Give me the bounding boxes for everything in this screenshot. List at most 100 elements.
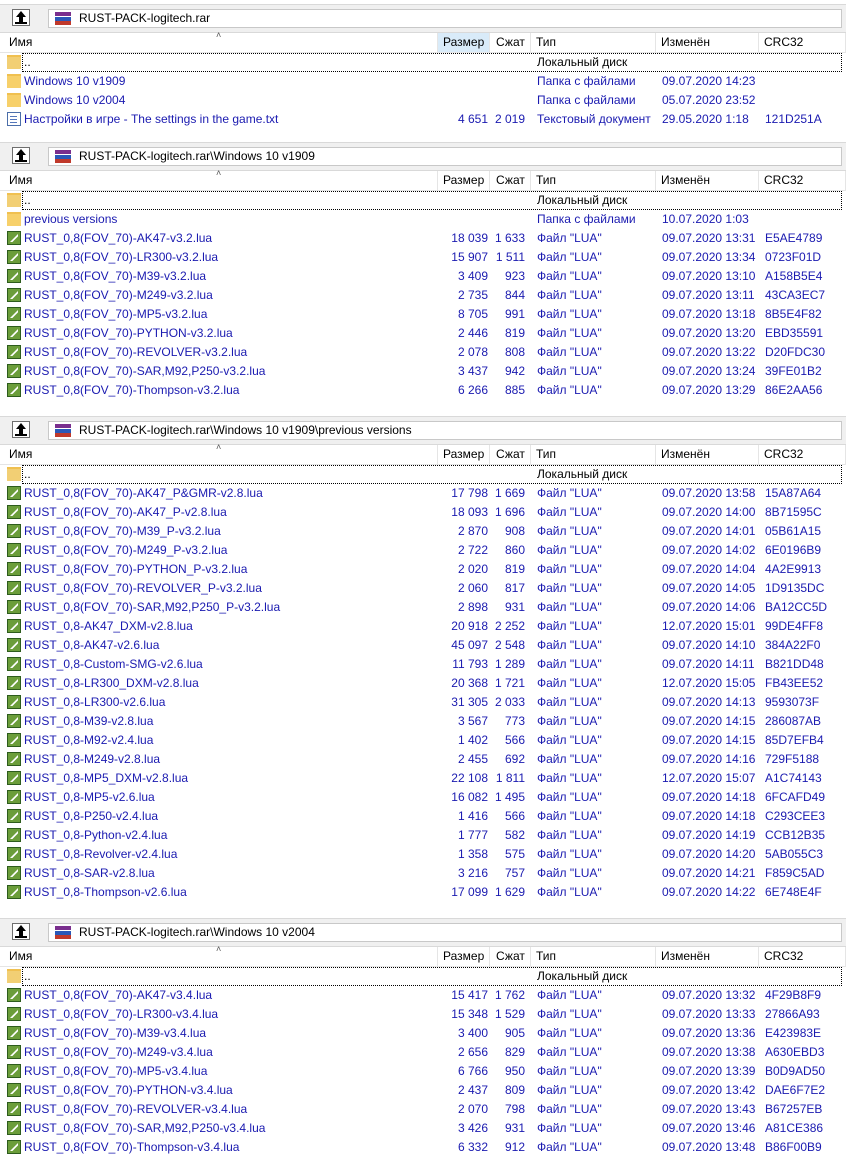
path-field[interactable]: RUST-PACK-logitech.rar\Windows 10 v2004 [48, 923, 842, 942]
path-field[interactable]: RUST-PACK-logitech.rar\Windows 10 v1909\… [48, 421, 842, 440]
up-folder-button[interactable] [12, 9, 30, 26]
crc32: 05B61A15 [765, 524, 822, 538]
column-header-modified[interactable]: Изменён [656, 33, 759, 52]
file-row[interactable]: RUST_0,8(FOV_70)-AK47_P-v2.8.lua 18 093 1 … [0, 503, 846, 522]
file-row[interactable]: RUST_0,8(FOV_70)-SAR,M92,P250-v3.4.lua 3 … [0, 1119, 846, 1138]
column-header-type[interactable]: Тип [531, 947, 656, 966]
column-header-crc[interactable]: CRC32 [759, 33, 846, 52]
file-row[interactable]: RUST_0,8-Thompson-v2.6.lua 17 099 1 629 Фай… [0, 883, 846, 902]
file-row[interactable]: RUST_0,8-MP5_DXM-v2.8.lua 22 108 1 811 Файл… [0, 769, 846, 788]
file-type: Папка с файлами [537, 212, 636, 226]
file-row[interactable]: RUST_0,8(FOV_70)-Thompson-v3.4.lua 6 332 9… [0, 1138, 846, 1157]
file-row[interactable]: RUST_0,8-Custom-SMG-v2.6.lua 11 793 1 289 Ф… [0, 655, 846, 674]
path-text: RUST-PACK-logitech.rar\Windows 10 v2004 [79, 925, 315, 939]
file-row[interactable]: RUST_0,8(FOV_70)-LR300-v3.4.lua 15 348 1 5… [0, 1005, 846, 1024]
file-row[interactable]: RUST_0,8-M39-v2.8.lua 3 567 773 Файл "LUA" 0… [0, 712, 846, 731]
column-header-size[interactable]: Размер [438, 171, 490, 190]
column-header-name[interactable]: Имя [4, 33, 438, 52]
file-row[interactable]: RUST_0,8(FOV_70)-AK47-v3.2.lua 18 039 1 63… [0, 229, 846, 248]
file-row[interactable]: RUST_0,8-Revolver-v2.4.lua 1 358 575 Файл "… [0, 845, 846, 864]
column-header-type[interactable]: Тип [531, 445, 656, 464]
column-header-packed[interactable]: Сжат [491, 33, 531, 52]
parent-dir-row[interactable]: .. Локальный диск [0, 53, 846, 72]
file-row[interactable]: Windows 10 v2004 Папка с файлами 05.07.202… [0, 91, 846, 110]
file-row[interactable]: RUST_0,8(FOV_70)-AK47_P&GMR-v2.8.lua 17 7… [0, 484, 846, 503]
file-row[interactable]: RUST_0,8(FOV_70)-M249_P-v3.2.lua 2 722 860… [0, 541, 846, 560]
column-header-packed[interactable]: Сжат [491, 445, 531, 464]
file-row[interactable]: RUST_0,8(FOV_70)-M249-v3.4.lua 2 656 829 Фа… [0, 1043, 846, 1062]
file-row[interactable]: RUST_0,8(FOV_70)-REVOLVER_P-v3.2.lua 2 06… [0, 579, 846, 598]
parent-dir-row[interactable]: .. Локальный диск [0, 967, 846, 986]
column-header-packed[interactable]: Сжат [491, 171, 531, 190]
path-field[interactable]: RUST-PACK-logitech.rar [48, 9, 842, 28]
file-row[interactable]: Настройки в игре - The settings in the g… [0, 110, 846, 129]
file-row[interactable]: Windows 10 v1909 Папка с файлами 09.07.202… [0, 72, 846, 91]
file-row[interactable]: previous versions Папка с файлами 10.07.20… [0, 210, 846, 229]
file-row[interactable]: RUST_0,8-AK47_DXM-v2.8.lua 20 918 2 252 Фай… [0, 617, 846, 636]
lua-file-icon [7, 288, 21, 302]
crc32: BA12CC5D [765, 600, 828, 614]
parent-dir-row[interactable]: .. Локальный диск [0, 191, 846, 210]
file-row[interactable]: RUST_0,8(FOV_70)-M39-v3.2.lua 3 409 923 Фай… [0, 267, 846, 286]
file-row[interactable]: RUST_0,8-LR300-v2.6.lua 31 305 2 033 Файл "… [0, 693, 846, 712]
file-name: Windows 10 v1909 [24, 74, 126, 88]
file-row[interactable]: RUST_0,8(FOV_70)-LR300-v3.2.lua 15 907 1 5… [0, 248, 846, 267]
file-row[interactable]: RUST_0,8-P250-v2.4.lua 1 416 566 Файл "LUA"… [0, 807, 846, 826]
column-header-crc[interactable]: CRC32 [759, 445, 846, 464]
file-row[interactable]: RUST_0,8-SAR-v2.8.lua 3 216 757 Файл "LUA" 0… [0, 864, 846, 883]
file-name: RUST_0,8-Thompson-v2.6.lua [24, 885, 187, 899]
path-field[interactable]: RUST-PACK-logitech.rar\Windows 10 v1909 [48, 147, 842, 166]
file-row[interactable]: RUST_0,8(FOV_70)-Thompson-v3.2.lua 6 266 8… [0, 381, 846, 400]
column-header-crc[interactable]: CRC32 [759, 947, 846, 966]
column-header-crc[interactable]: CRC32 [759, 171, 846, 190]
column-header-name[interactable]: Имя [4, 445, 438, 464]
column-header-size[interactable]: Размер [438, 33, 490, 52]
parent-dir-row[interactable]: .. Локальный диск [0, 465, 846, 484]
column-header-size[interactable]: Размер [438, 947, 490, 966]
folder-up-icon [7, 467, 21, 481]
column-header-modified[interactable]: Изменён [656, 947, 759, 966]
lua-file-icon [7, 1064, 21, 1078]
up-folder-button[interactable] [12, 147, 30, 164]
up-folder-button[interactable] [12, 923, 30, 940]
file-row[interactable]: RUST_0,8(FOV_70)-M39_P-v3.2.lua 2 870 908 Ф… [0, 522, 846, 541]
file-row[interactable]: RUST_0,8(FOV_70)-REVOLVER-v3.2.lua 2 078 8… [0, 343, 846, 362]
file-row[interactable]: RUST_0,8(FOV_70)-MP5-v3.4.lua 6 766 950 Фай… [0, 1062, 846, 1081]
column-header-modified[interactable]: Изменён [656, 171, 759, 190]
file-size: 17 798 [451, 486, 488, 500]
file-row[interactable]: RUST_0,8(FOV_70)-PYTHON-v3.2.lua 2 446 819… [0, 324, 846, 343]
lua-file-icon [7, 600, 21, 614]
file-row[interactable]: RUST_0,8(FOV_70)-AK47-v3.4.lua 15 417 1 76… [0, 986, 846, 1005]
up-folder-button[interactable] [12, 421, 30, 438]
file-row[interactable]: RUST_0,8-LR300_DXM-v2.8.lua 20 368 1 721 Фа… [0, 674, 846, 693]
file-row[interactable]: RUST_0,8-M249-v2.8.lua 2 455 692 Файл "LUA"… [0, 750, 846, 769]
file-row[interactable]: RUST_0,8-AK47-v2.6.lua 45 097 2 548 Файл "L… [0, 636, 846, 655]
file-row[interactable]: RUST_0,8(FOV_70)-REVOLVER-v3.4.lua 2 070 7… [0, 1100, 846, 1119]
lua-file-icon [7, 1083, 21, 1097]
file-row[interactable]: RUST_0,8(FOV_70)-PYTHON-v3.4.lua 2 437 809… [0, 1081, 846, 1100]
column-header-size[interactable]: Размер [438, 445, 490, 464]
file-row[interactable]: RUST_0,8(FOV_70)-SAR,M92,P250_P-v3.2.lua… [0, 598, 846, 617]
file-size: 17 099 [451, 885, 488, 899]
packed-size: 817 [504, 581, 525, 595]
file-size: 2 722 [457, 543, 488, 557]
file-row[interactable]: RUST_0,8(FOV_70)-M39-v3.4.lua 3 400 905 Фай… [0, 1024, 846, 1043]
file-row[interactable]: RUST_0,8(FOV_70)-M249-v3.2.lua 2 735 844 Фа… [0, 286, 846, 305]
archive-panel: RUST-PACK-logitech.rar\Windows 10 v1909 ˄… [0, 142, 846, 400]
column-header-name[interactable]: Имя [4, 171, 438, 190]
column-header-type[interactable]: Тип [531, 33, 656, 52]
modified-date: 09.07.2020 13:33 [662, 1007, 756, 1021]
file-row[interactable]: RUST_0,8(FOV_70)-MP5-v3.2.lua 8 705 991 Фай… [0, 305, 846, 324]
file-row[interactable]: RUST_0,8-Python-v2.4.lua 1 777 582 Файл "LU… [0, 826, 846, 845]
file-type: Файл "LUA" [537, 714, 602, 728]
column-header-modified[interactable]: Изменён [656, 445, 759, 464]
file-row[interactable]: RUST_0,8-M92-v2.4.lua 1 402 566 Файл "LUA" 0… [0, 731, 846, 750]
file-size: 2 455 [457, 752, 488, 766]
file-row[interactable]: RUST_0,8-MP5-v2.6.lua 16 082 1 495 Файл "LU… [0, 788, 846, 807]
file-row[interactable]: RUST_0,8(FOV_70)-SAR,M92,P250-v3.2.lua 3 … [0, 362, 846, 381]
column-header-name[interactable]: Имя [4, 947, 438, 966]
column-header-type[interactable]: Тип [531, 171, 656, 190]
column-header-packed[interactable]: Сжат [491, 947, 531, 966]
file-size: 6 332 [457, 1140, 488, 1154]
file-row[interactable]: RUST_0,8(FOV_70)-PYTHON_P-v3.2.lua 2 020 8… [0, 560, 846, 579]
